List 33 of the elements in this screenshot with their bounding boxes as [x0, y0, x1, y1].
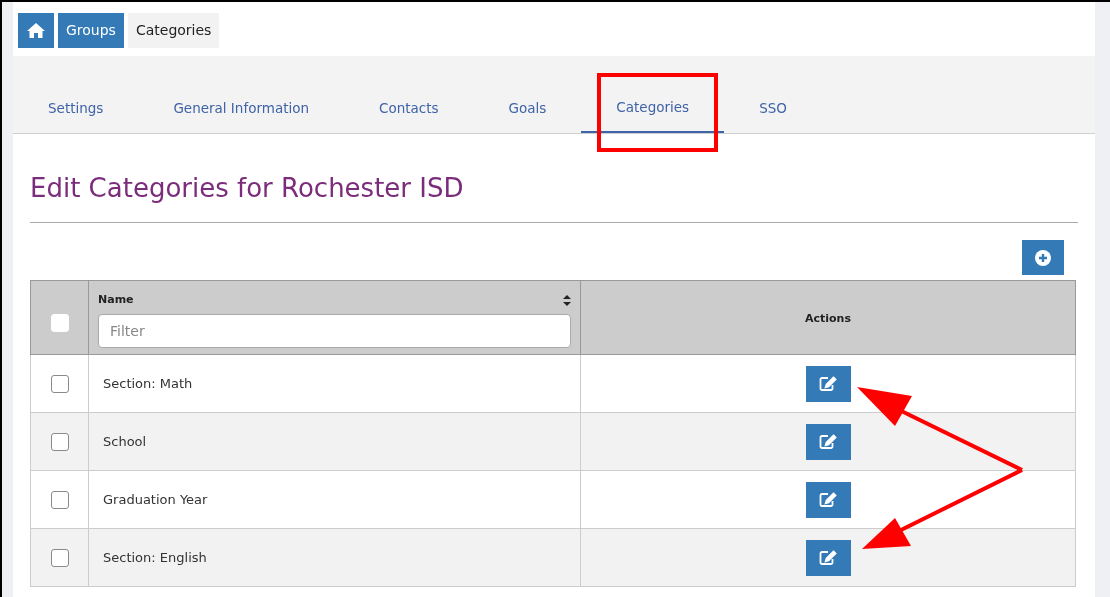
- edit-button[interactable]: [805, 539, 851, 576]
- edit-icon: [819, 491, 837, 508]
- breadcrumb-item[interactable]: Categories: [127, 12, 220, 48]
- plus-circle-icon: [1035, 249, 1051, 266]
- edit-button[interactable]: [805, 481, 851, 518]
- checkbox[interactable]: [50, 374, 69, 393]
- edit-button[interactable]: [805, 365, 851, 402]
- table-cell: School: [88, 412, 581, 471]
- tab[interactable]: Contacts: [344, 86, 474, 133]
- page-heading: Edit Categories for Rochester ISD: [30, 172, 465, 205]
- checkbox[interactable]: [50, 490, 69, 509]
- breadcrumb-item[interactable]: Groups: [58, 12, 124, 48]
- table-cell: Section: Math: [88, 354, 581, 413]
- tab[interactable]: General Information: [138, 86, 344, 133]
- tab[interactable]: Goals: [473, 86, 582, 133]
- edit-icon: [819, 375, 837, 392]
- filter-field[interactable]: Filter: [98, 314, 571, 348]
- edit-icon: [819, 433, 837, 450]
- sort-icon[interactable]: [563, 294, 571, 306]
- checkbox[interactable]: [50, 432, 69, 451]
- column-header: Actions: [805, 311, 851, 325]
- edit-button[interactable]: [805, 423, 851, 460]
- home-button[interactable]: [18, 12, 54, 48]
- home-icon: [26, 21, 46, 39]
- tab[interactable]: Categories: [581, 86, 725, 133]
- column-header: Name: [98, 291, 134, 308]
- tab[interactable]: Settings: [13, 86, 139, 133]
- table-cell: Section: English: [88, 528, 581, 587]
- add-button[interactable]: [1022, 240, 1064, 275]
- checkbox[interactable]: [50, 548, 69, 567]
- table-cell: Graduation Year: [88, 470, 581, 529]
- edit-icon: [819, 549, 837, 566]
- tab[interactable]: SSO: [724, 86, 822, 133]
